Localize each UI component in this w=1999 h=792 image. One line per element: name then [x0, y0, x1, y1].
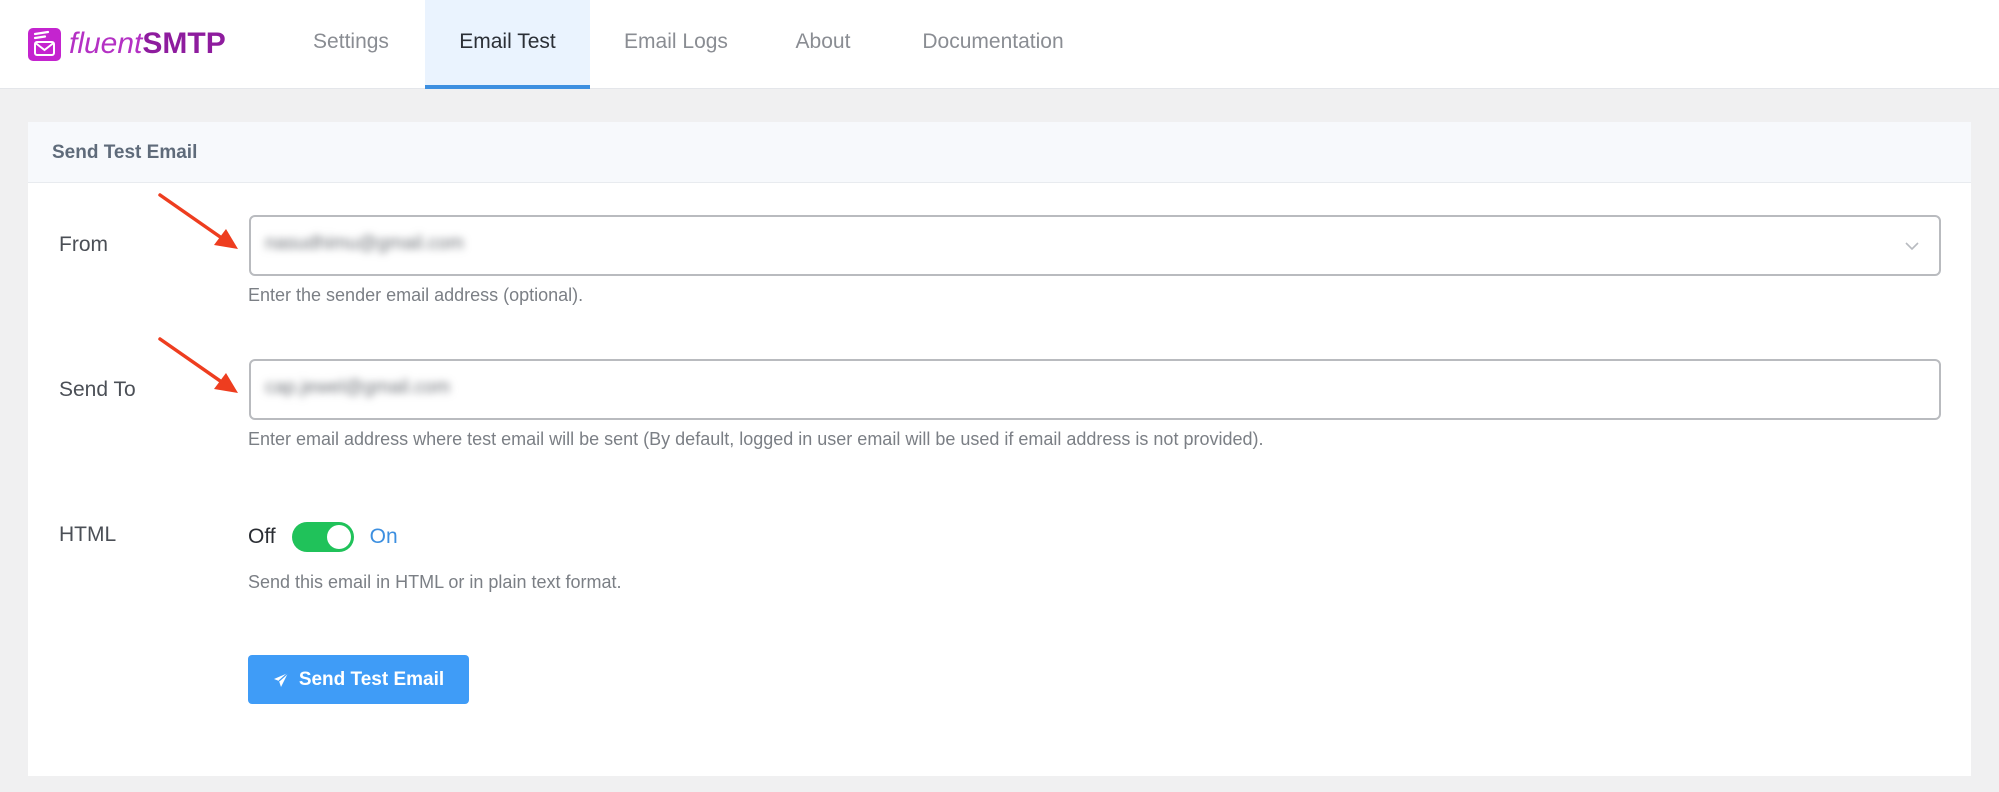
nav-tab-documentation[interactable]: Documentation	[903, 0, 1083, 89]
from-select[interactable]: nasudhimu@gmail.com	[249, 215, 1941, 276]
html-label: HTML	[59, 523, 117, 546]
fluentsmtp-logo[interactable]: fluentSMTP	[28, 26, 226, 62]
from-label: From	[59, 233, 108, 256]
send-test-email-card: Send Test Email From nasudhimu@gmail.com…	[28, 122, 1971, 776]
annotation-arrow-icon	[158, 337, 238, 393]
send-to-value: cap.jewel@gmail.com	[265, 377, 451, 398]
send-to-label: Send To	[59, 378, 136, 401]
html-on-label: On	[369, 525, 398, 548]
card-title: Send Test Email	[28, 122, 1971, 183]
from-value: nasudhimu@gmail.com	[265, 233, 464, 254]
html-off-label: Off	[248, 525, 276, 548]
send-test-email-button[interactable]: Send Test Email	[248, 655, 469, 704]
logo-text-bold: SMTP	[142, 27, 226, 60]
logo-text-light: fluent	[69, 27, 143, 60]
logo-wordmark: fluentSMTP	[69, 26, 226, 62]
html-toggle-switch[interactable]	[291, 522, 354, 552]
toggle-knob	[326, 525, 351, 549]
nav-tab-email-logs[interactable]: Email Logs	[604, 0, 748, 89]
nav-tab-email-test[interactable]: Email Test	[425, 0, 590, 89]
envelope-logo-icon	[28, 27, 61, 61]
from-help-text: Enter the sender email address (optional…	[248, 285, 584, 305]
html-toggle-row: Off On	[248, 521, 398, 553]
annotation-arrow-icon	[158, 193, 238, 249]
send-test-email-label: Send Test Email	[298, 668, 445, 690]
paper-plane-icon	[273, 672, 289, 687]
nav-tab-settings[interactable]: Settings	[286, 0, 416, 89]
nav-tab-about[interactable]: About	[778, 0, 868, 89]
send-to-input[interactable]: cap.jewel@gmail.com	[249, 359, 1941, 420]
top-navigation-bar: fluentSMTP Settings Email Test Email Log…	[0, 0, 1999, 89]
send-to-help-text: Enter email address where test email wil…	[248, 429, 1264, 449]
html-help-text: Send this email in HTML or in plain text…	[248, 572, 622, 592]
chevron-down-icon	[1905, 242, 1919, 251]
